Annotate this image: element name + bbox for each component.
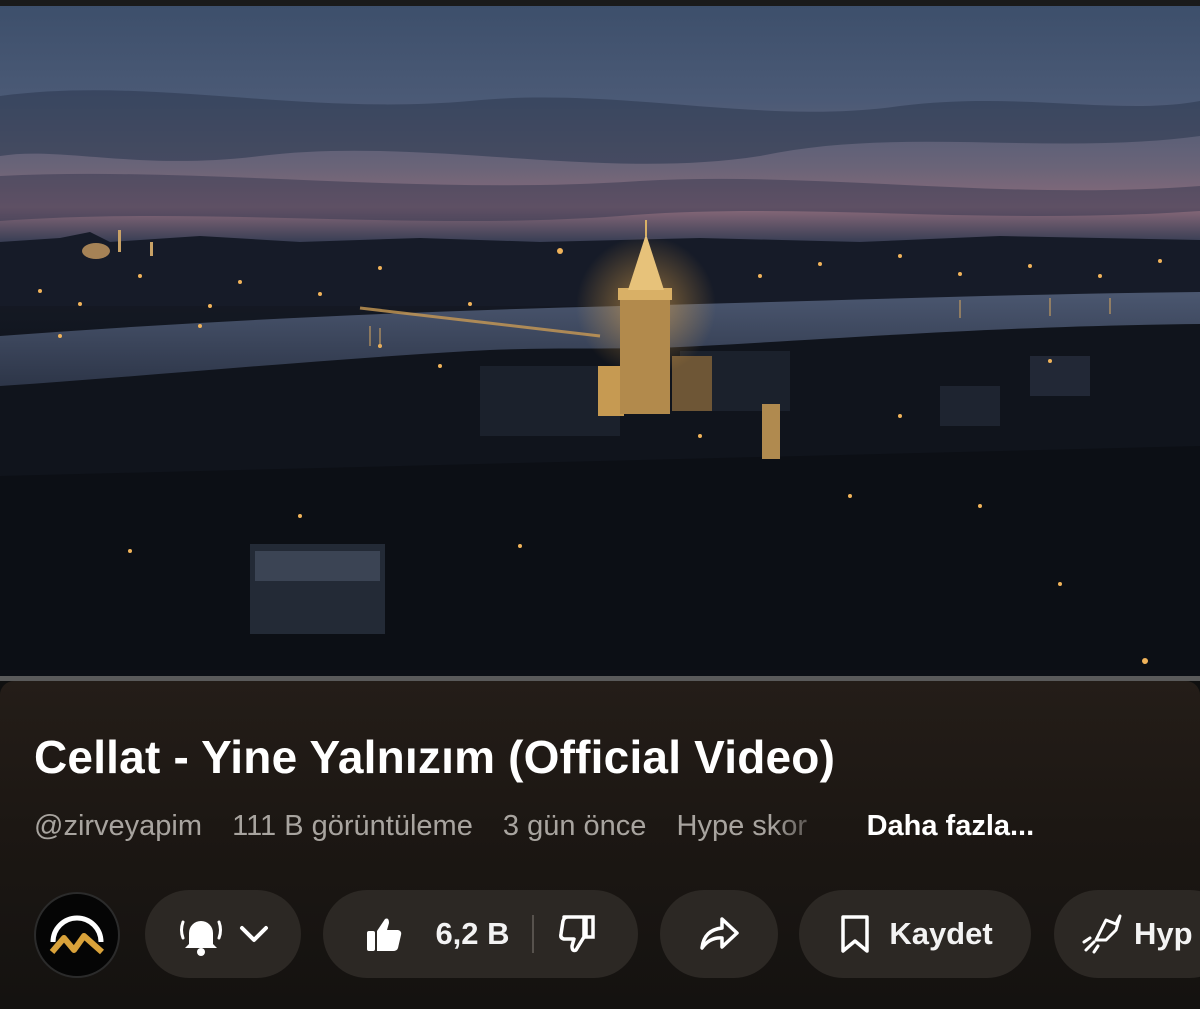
share-button[interactable] xyxy=(660,890,778,978)
bookmark-icon xyxy=(841,915,870,953)
video-metadata-row[interactable]: @zirveyapim 111 B görüntüleme 3 gün önce… xyxy=(34,810,1194,846)
action-bar: 6,2 B Kaydet Hyp xyxy=(0,888,1200,980)
save-button[interactable]: Kaydet xyxy=(799,890,1031,978)
save-label: Kaydet xyxy=(889,916,993,951)
hype-score: Hype skor xyxy=(676,810,808,842)
video-frame-cityscape xyxy=(0,90,1200,678)
channel-logo-icon xyxy=(49,915,104,955)
rocket-icon xyxy=(1082,914,1122,954)
share-arrow-icon xyxy=(700,917,739,950)
video-title: Cellat - Yine Yalnızım (Official Video) xyxy=(34,731,836,783)
bell-icon xyxy=(180,920,222,956)
upload-age: 3 gün önce xyxy=(502,810,647,842)
channel-handle[interactable]: @zirveyapim xyxy=(34,810,202,842)
hype-label: Hyp xyxy=(1134,916,1193,951)
like-dislike-group: 6,2 B xyxy=(323,890,638,978)
video-player[interactable] xyxy=(0,6,1200,678)
subscribe-notification-button[interactable] xyxy=(145,890,301,978)
thumbs-down-icon[interactable] xyxy=(556,913,598,955)
channel-avatar[interactable] xyxy=(34,892,120,978)
like-count: 6,2 B xyxy=(435,916,510,951)
view-count: 111 B görüntüleme xyxy=(232,810,473,842)
like-button[interactable]: 6,2 B xyxy=(363,913,510,955)
show-more-link[interactable]: Daha fazla... xyxy=(867,810,1035,842)
thumbs-up-icon xyxy=(367,918,402,951)
chevron-down-icon xyxy=(240,926,268,942)
like-dislike-divider xyxy=(531,915,534,953)
hype-button[interactable]: Hyp xyxy=(1054,890,1200,978)
